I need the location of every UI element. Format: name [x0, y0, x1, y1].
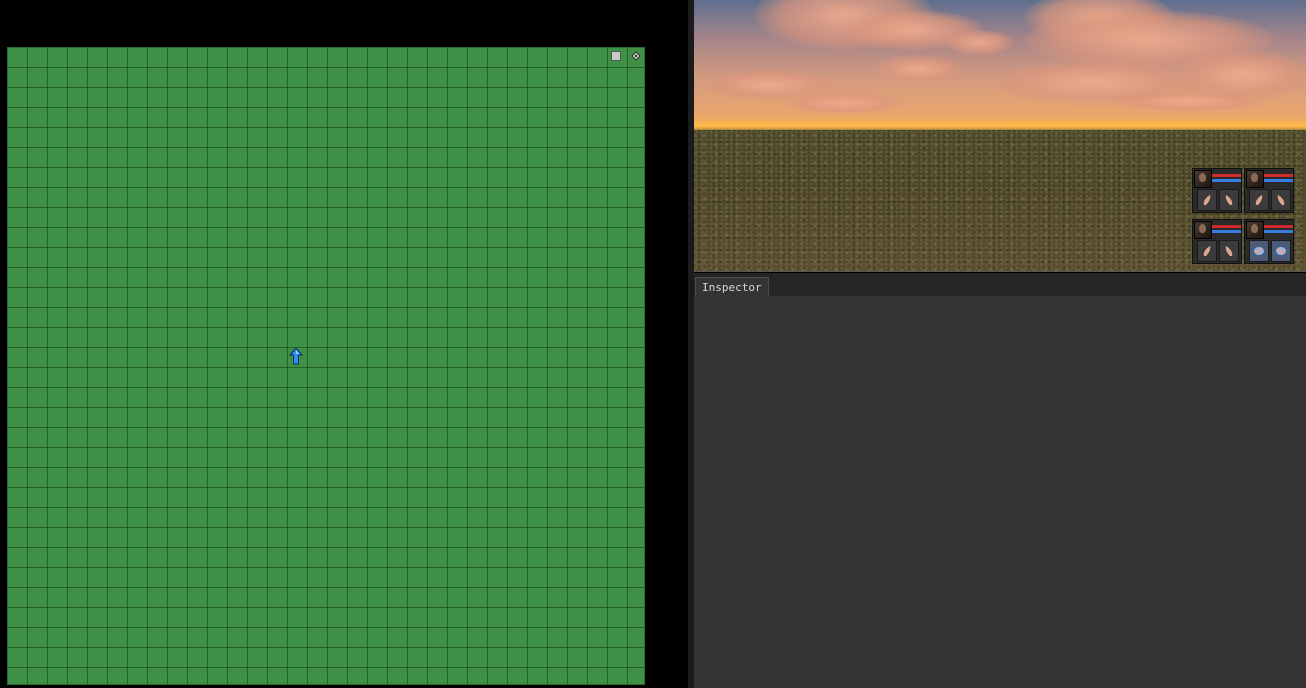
mana-bar	[1212, 179, 1241, 182]
left-hand-slot[interactable]	[1197, 240, 1217, 262]
left-hand-slot[interactable]	[1197, 189, 1217, 211]
health-bar	[1212, 225, 1241, 228]
right-hand-slot[interactable]	[1219, 189, 1239, 211]
portrait[interactable]	[1194, 221, 1212, 239]
map-diamond-button[interactable]	[631, 51, 641, 61]
magic-hand-icon	[1254, 247, 1264, 255]
portrait[interactable]	[1246, 221, 1264, 239]
magic-hand-icon	[1276, 247, 1286, 255]
mana-bar	[1212, 230, 1241, 233]
grid-map[interactable]	[7, 47, 645, 685]
hand-icon	[1203, 195, 1211, 205]
right-hand-slot[interactable]	[1271, 189, 1291, 211]
health-bar	[1264, 174, 1293, 177]
tab-inspector[interactable]: Inspector	[695, 277, 769, 296]
cloud	[784, 92, 904, 114]
hand-icon	[1225, 195, 1233, 205]
tab-bar: Inspector	[694, 273, 1306, 296]
cloud	[1114, 90, 1264, 112]
left-hand-slot[interactable]	[1249, 240, 1269, 262]
health-bar	[1264, 225, 1293, 228]
hand-icon	[1203, 246, 1211, 256]
3d-viewport[interactable]	[694, 0, 1306, 272]
party-member-4[interactable]	[1244, 219, 1294, 264]
hand-icon	[1277, 195, 1285, 205]
right-hand-slot[interactable]	[1219, 240, 1239, 262]
map-square-button[interactable]	[611, 51, 621, 61]
party-member-2[interactable]	[1244, 168, 1294, 213]
up-arrow-icon[interactable]	[289, 347, 303, 365]
portrait[interactable]	[1194, 170, 1212, 188]
mana-bar	[1264, 230, 1293, 233]
hand-icon	[1225, 246, 1233, 256]
cloud	[944, 30, 1014, 55]
map-pane	[0, 0, 688, 688]
portrait[interactable]	[1246, 170, 1264, 188]
sky	[694, 0, 1306, 130]
game-window: Inspector	[0, 0, 1306, 688]
mana-bar	[1264, 179, 1293, 182]
party-member-1[interactable]	[1192, 168, 1242, 213]
diamond-icon	[631, 51, 641, 61]
inspector-panel: Inspector	[694, 273, 1306, 688]
cloud	[874, 55, 964, 83]
hand-icon	[1255, 195, 1263, 205]
party-member-3[interactable]	[1192, 219, 1242, 264]
left-hand-slot[interactable]	[1249, 189, 1269, 211]
health-bar	[1212, 174, 1241, 177]
right-hand-slot[interactable]	[1271, 240, 1291, 262]
